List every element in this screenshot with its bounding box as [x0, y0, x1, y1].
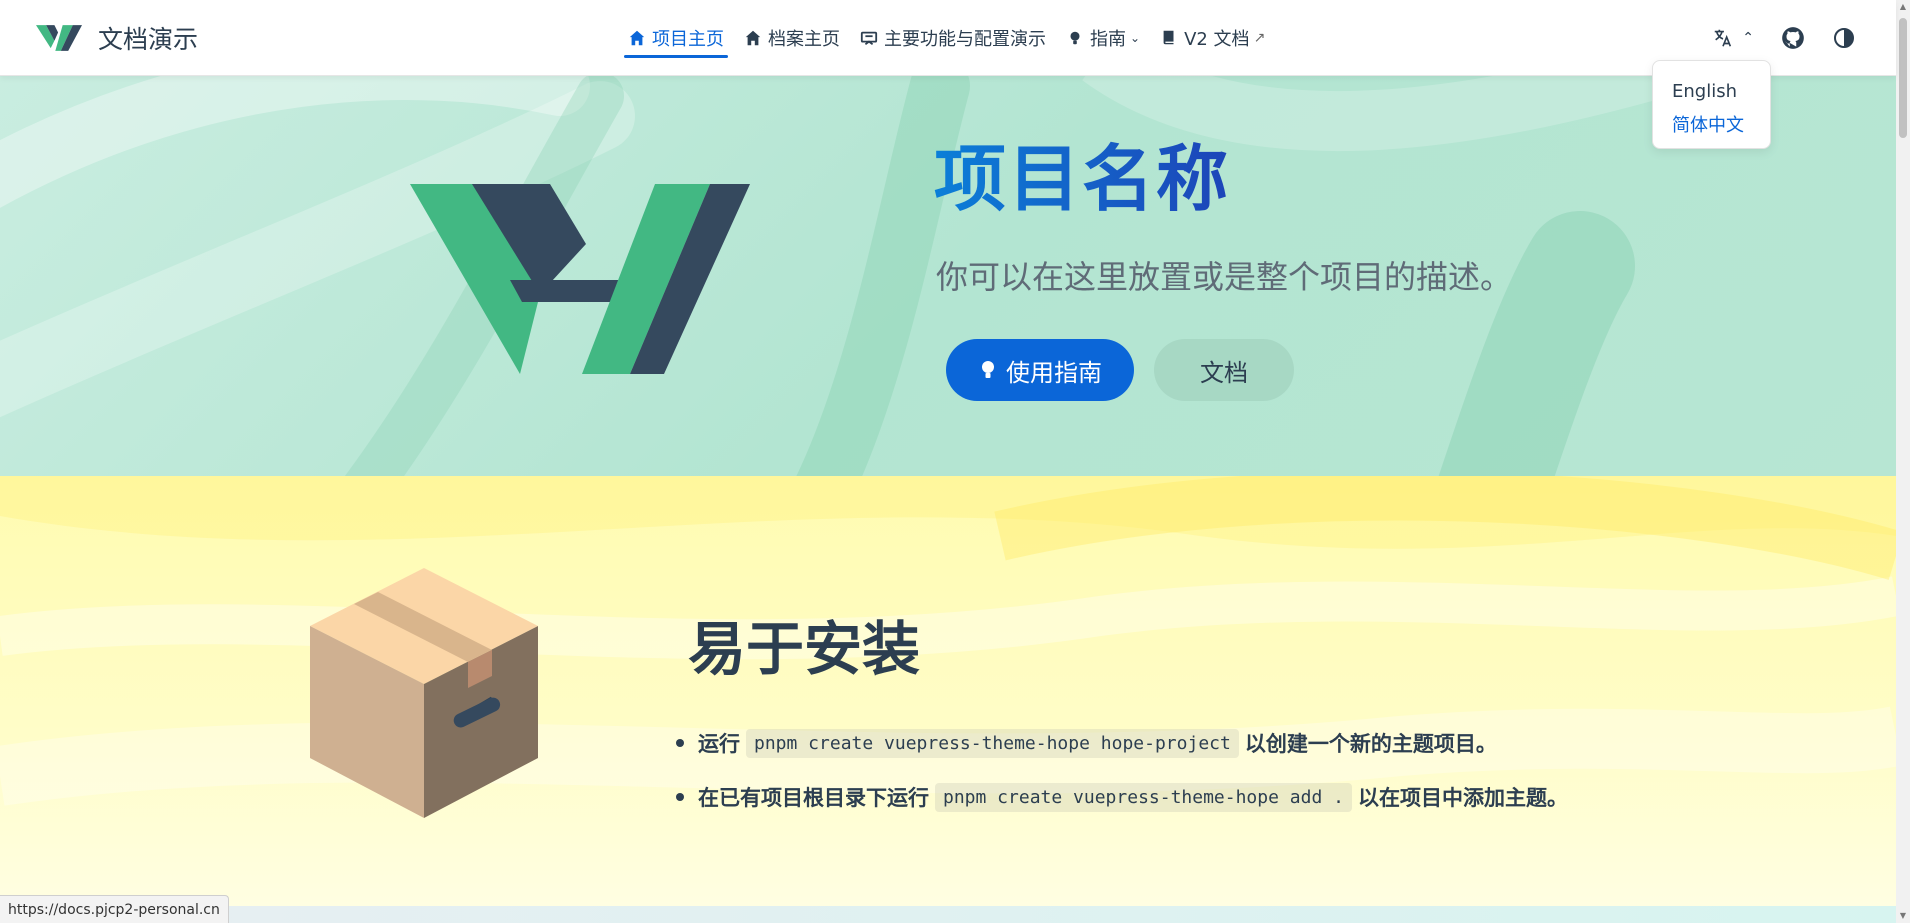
external-link-icon: ↗ — [1253, 30, 1266, 46]
language-option-chinese[interactable]: 简体中文 — [1672, 109, 1770, 143]
scroll-down-arrow-icon[interactable]: ▼ — [1896, 909, 1910, 923]
github-link[interactable] — [1780, 25, 1806, 51]
scrollbar-thumb[interactable] — [1899, 18, 1907, 138]
hero-logo-image — [410, 184, 750, 374]
language-button[interactable]: ⌃ — [1712, 27, 1754, 49]
hero-description: 你可以在这里放置或是整个项目的描述。 — [936, 258, 1513, 296]
chevron-down-icon: ⌄ — [1130, 31, 1141, 45]
scroll-up-arrow-icon[interactable]: ▲ — [1896, 0, 1910, 14]
site-title: 文档演示 — [98, 25, 199, 54]
main-nav: 项目主页 档案主页 主要功能与配置演示 指南 ⌄ V2 文档 ↗ — [624, 0, 1285, 76]
status-bar-url: https://docs.pjcp2-personal.cn — [0, 895, 229, 923]
hero-title: 项目名称 — [934, 120, 1230, 225]
nav-item-v2-docs[interactable]: V2 文档 ↗ — [1160, 0, 1265, 76]
navbar: 文档演示 项目主页 档案主页 主要功能与配置演示 指南 ⌄ V2 文档 ↗ ⌃ — [0, 0, 1896, 76]
translate-icon — [1715, 29, 1732, 47]
guide-button[interactable]: 使用指南 — [946, 339, 1134, 401]
brand-link[interactable]: 文档演示 — [36, 20, 198, 56]
nav-item-project-home[interactable]: 项目主页 — [624, 0, 728, 76]
feature-background-decoration — [0, 476, 1896, 806]
docs-button[interactable]: 文档 — [1154, 339, 1294, 401]
bullet-icon — [676, 793, 684, 801]
add-command-code: pnpm create vuepress-theme-hope add . — [935, 782, 1352, 812]
contrast-icon — [1834, 28, 1854, 48]
feature-list: 运行 pnpm create vuepress-theme-hope hope-… — [676, 716, 1568, 824]
home-icon — [745, 30, 761, 46]
language-option-english[interactable]: English — [1672, 75, 1770, 109]
package-box-icon — [310, 568, 538, 818]
slides-icon — [860, 31, 878, 46]
lightbulb-icon — [982, 361, 994, 378]
nav-item-guide[interactable]: 指南 ⌄ — [1066, 0, 1140, 76]
list-item: 运行 pnpm create vuepress-theme-hope hope-… — [676, 716, 1568, 770]
theme-toggle[interactable] — [1832, 26, 1856, 50]
book-icon — [1163, 30, 1174, 45]
nav-item-portfolio-home[interactable]: 档案主页 — [744, 0, 840, 76]
feature-section: 易于安装 运行 pnpm create vuepress-theme-hope … — [0, 476, 1896, 906]
page-scrollbar[interactable]: ▲ ▼ — [1896, 0, 1910, 923]
home-icon — [629, 30, 645, 46]
lightbulb-icon — [1070, 31, 1080, 45]
github-icon — [1782, 27, 1804, 49]
list-item: 在已有项目根目录下运行 pnpm create vuepress-theme-h… — [676, 770, 1568, 824]
install-command-code: pnpm create vuepress-theme-hope hope-pro… — [746, 728, 1239, 758]
logo-icon — [36, 25, 82, 51]
nav-item-features-demo[interactable]: 主要功能与配置演示 — [860, 0, 1046, 76]
bullet-icon — [676, 739, 684, 747]
language-dropdown: English 简体中文 — [1652, 60, 1771, 149]
chevron-up-icon: ⌃ — [1742, 30, 1754, 46]
feature-title: 易于安装 — [688, 615, 921, 683]
hero-section: 项目名称 你可以在这里放置或是整个项目的描述。 使用指南 文档 — [0, 76, 1896, 476]
next-section-edge — [0, 906, 1896, 923]
